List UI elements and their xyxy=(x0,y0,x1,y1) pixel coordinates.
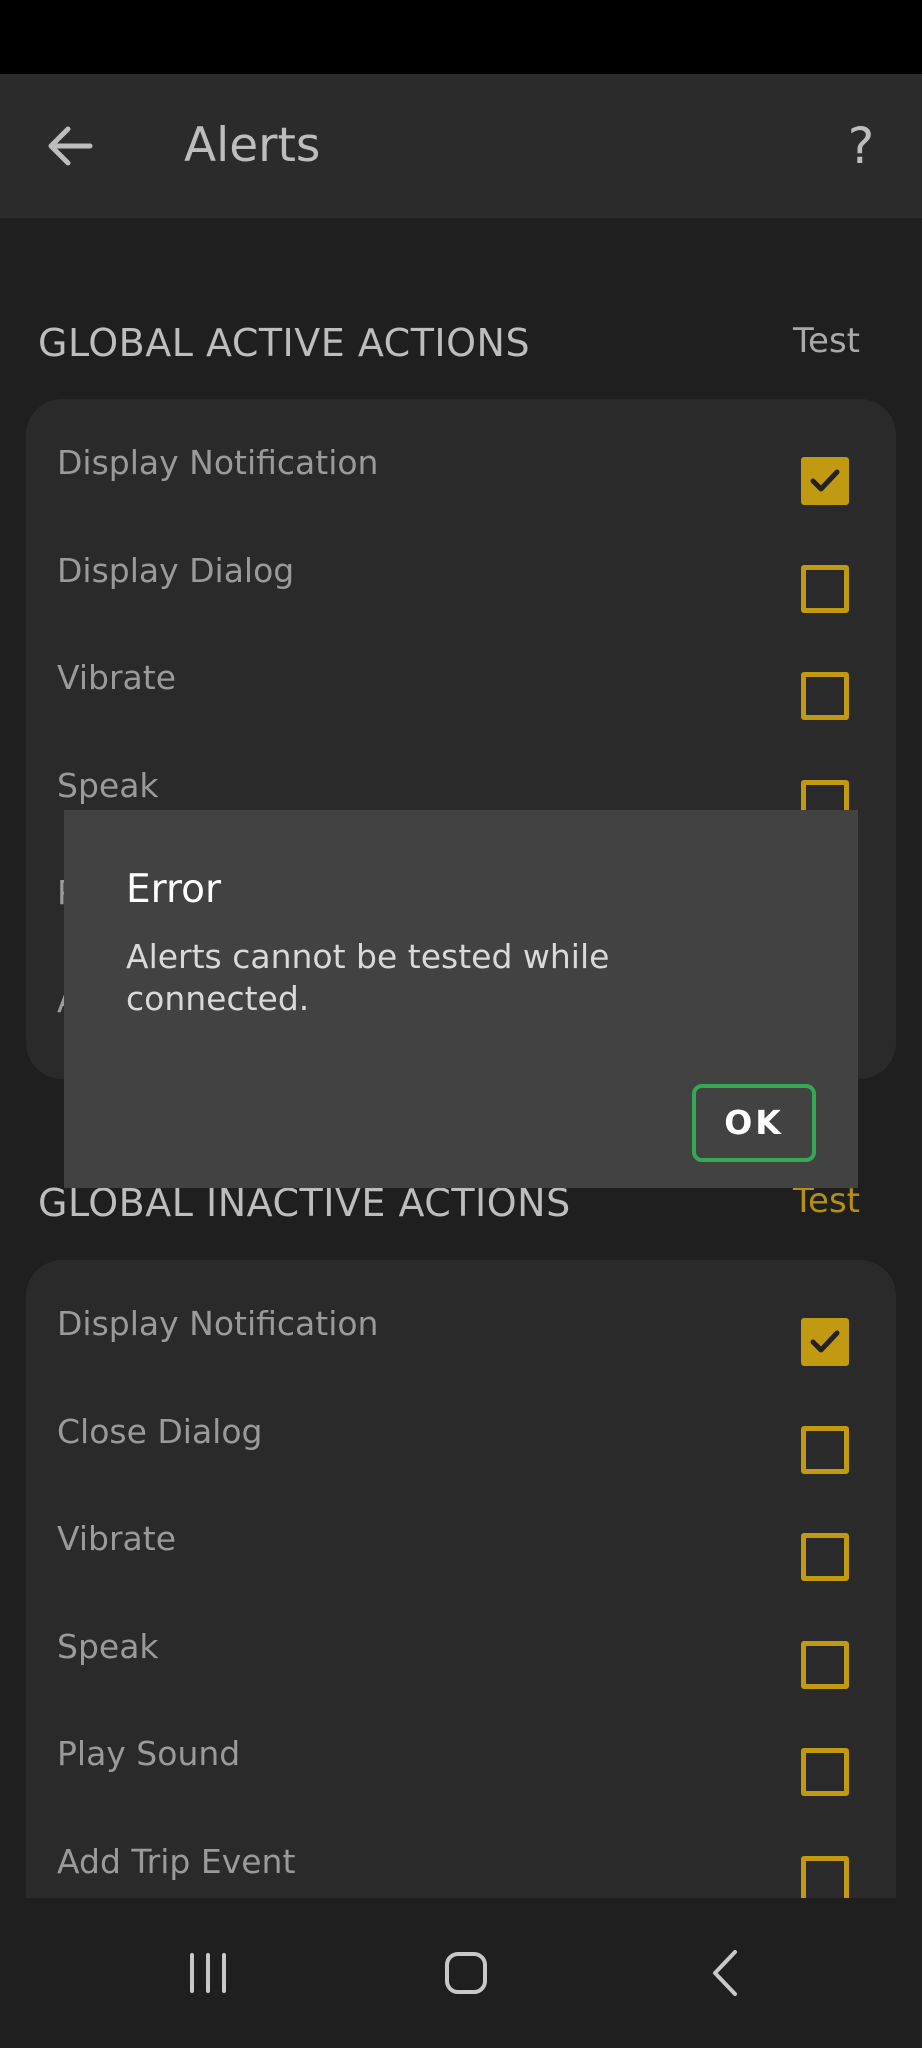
recent-apps-icon[interactable] xyxy=(168,1938,248,2008)
home-icon[interactable] xyxy=(426,1938,506,2008)
dialog-title: Error xyxy=(126,867,222,912)
error-dialog: Error Alerts cannot be tested while conn… xyxy=(64,810,858,1188)
system-nav-bar xyxy=(0,1898,922,2048)
ok-button[interactable]: OK xyxy=(692,1084,816,1162)
back-icon[interactable] xyxy=(684,1938,764,2008)
dialog-message: Alerts cannot be tested while connected. xyxy=(126,937,610,1018)
